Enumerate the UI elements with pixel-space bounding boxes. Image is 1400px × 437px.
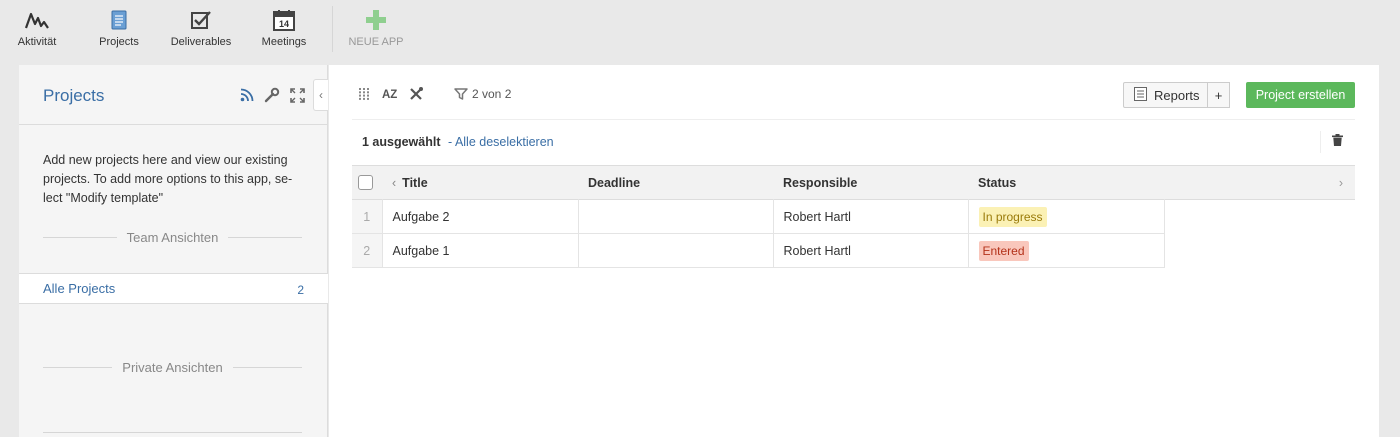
cell-title[interactable]: Aufgabe 1	[382, 233, 579, 268]
view-tools: AZ	[359, 86, 469, 104]
chevron-left-icon: ‹	[319, 88, 323, 102]
document-icon	[96, 8, 142, 32]
sort-az-icon[interactable]: AZ	[382, 89, 397, 101]
chevron-right-icon[interactable]: ›	[1339, 176, 1343, 190]
row-number: 2	[352, 233, 383, 268]
sidebar-view-alle-projects[interactable]: Alle Projects 2	[19, 273, 328, 304]
team-views-heading: Team Ansichten	[126, 229, 219, 245]
app-label: NEUE APP	[348, 36, 404, 48]
sidebar-description: Add new projects here and view our exist…	[43, 153, 293, 205]
selection-count: 1 ausgewählt	[362, 135, 441, 149]
view-label: Alle Projects	[43, 281, 116, 296]
private-views-heading: Private Ansichten	[122, 359, 223, 375]
select-all-checkbox[interactable]	[358, 175, 373, 191]
add-report-button[interactable]: +	[1208, 82, 1230, 108]
cell-title[interactable]: Aufgabe 2	[382, 199, 579, 234]
column-title-label: Title	[402, 175, 428, 190]
columns-icon[interactable]	[359, 87, 370, 103]
cell-responsible[interactable]: Robert Hartl	[773, 199, 969, 234]
column-header-responsible[interactable]: Responsible	[773, 166, 968, 200]
main-content: AZ 2 von 2 Reports + Project erstellen 1…	[329, 65, 1379, 437]
selection-divider	[1320, 131, 1321, 153]
table-header-row: ‹ Title Deadline Responsible Status ›	[352, 165, 1355, 200]
report-icon	[1134, 86, 1147, 104]
empty-cell	[1164, 234, 1355, 268]
cell-status[interactable]: In progress	[968, 199, 1165, 234]
selection-bar: 1 ausgewählt - Alle deselektieren	[352, 119, 1355, 164]
cell-status[interactable]: Entered	[968, 233, 1165, 268]
scroll-right-header: ›	[1164, 166, 1355, 200]
sidebar-tools	[240, 87, 305, 106]
app-label: Deliverables	[170, 36, 232, 48]
team-views-separator: Team Ansichten	[43, 229, 302, 245]
app-deliverables[interactable]: Deliverables	[170, 8, 232, 48]
cell-deadline[interactable]	[578, 199, 774, 234]
app-label: Meetings	[261, 36, 307, 48]
status-badge: In progress	[978, 206, 1047, 227]
expand-icon[interactable]	[290, 87, 305, 106]
reports-label: Reports	[1154, 87, 1200, 103]
toolbar: AZ 2 von 2 Reports + Project erstellen	[329, 65, 1379, 119]
sidebar-title: Projects	[43, 86, 105, 105]
checkbox-icon	[170, 8, 232, 32]
cell-responsible[interactable]: Robert Hartl	[773, 233, 969, 268]
empty-cell	[1164, 200, 1355, 234]
table-row[interactable]: 2 Aufgabe 1 Robert Hartl Entered	[352, 233, 1355, 268]
app-projects[interactable]: Projects	[96, 8, 142, 48]
column-header-deadline[interactable]: Deadline	[578, 166, 773, 200]
app-label: Aktivität	[17, 36, 57, 48]
create-project-button[interactable]: Project erstellen	[1246, 82, 1355, 108]
tools-icon[interactable]	[409, 86, 424, 104]
trash-icon[interactable]	[1332, 134, 1343, 149]
column-header-status[interactable]: Status	[968, 166, 1164, 200]
filter-icon[interactable]	[454, 87, 469, 104]
sidebar-header: Projects	[19, 65, 327, 125]
app-aktivitaet[interactable]: Aktivität	[14, 8, 60, 48]
table-row[interactable]: 1 Aufgabe 2 Robert Hartl In progress	[352, 199, 1355, 234]
app-bar: Aktivität Projects Deliverables 14 Meeti…	[0, 0, 1400, 64]
rss-icon[interactable]	[240, 88, 254, 105]
app-label: Projects	[99, 36, 139, 48]
app-neue-app[interactable]: NEUE APP	[346, 8, 406, 48]
cell-deadline[interactable]	[578, 233, 774, 268]
projects-table: ‹ Title Deadline Responsible Status › 1 A…	[352, 165, 1355, 268]
view-count: 2	[297, 283, 304, 297]
select-all-header	[352, 166, 382, 200]
activity-icon	[14, 8, 60, 32]
sidebar: Projects Add new projects here and view …	[19, 65, 328, 437]
deselect-all-link[interactable]: - Alle deselektieren	[448, 135, 554, 149]
reports-button[interactable]: Reports	[1123, 82, 1208, 108]
row-number: 1	[352, 199, 383, 234]
chevron-left-icon[interactable]: ‹	[392, 176, 396, 190]
app-bar-divider	[332, 6, 333, 52]
collapse-sidebar-button[interactable]: ‹	[313, 79, 328, 111]
filter-count: 2 von 2	[472, 87, 512, 101]
wrench-icon[interactable]	[264, 87, 280, 106]
column-header-title[interactable]: ‹ Title	[382, 166, 578, 200]
sidebar-bottom-divider	[43, 432, 302, 433]
status-badge: Entered	[978, 240, 1029, 261]
calendar-day: 14	[279, 19, 289, 29]
plus-icon	[346, 8, 406, 32]
private-views-separator: Private Ansichten	[43, 359, 303, 375]
app-meetings[interactable]: 14 Meetings	[258, 8, 310, 48]
calendar-icon: 14	[258, 8, 310, 32]
